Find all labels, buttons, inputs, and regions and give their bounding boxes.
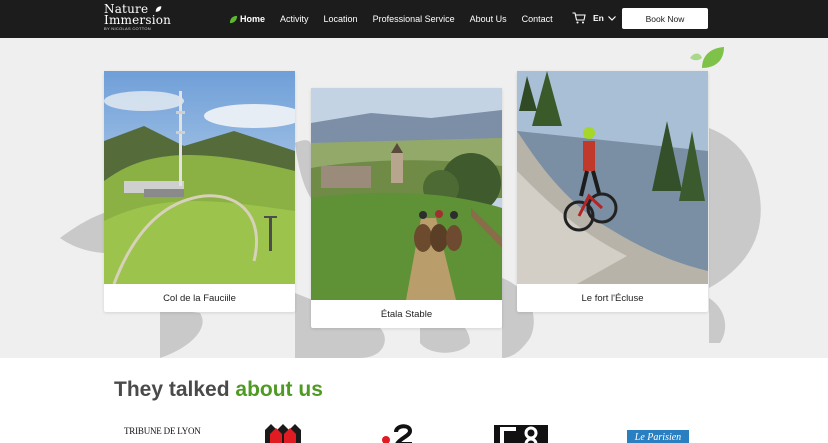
press-logos-row: TRIBUNE DE LYON Le Parisien xyxy=(0,420,828,443)
menu-item-home[interactable]: Home xyxy=(229,14,265,24)
decorative-leaves-icon xyxy=(690,47,724,68)
menu-item-contact[interactable]: Contact xyxy=(522,14,553,24)
menu-item-location[interactable]: Location xyxy=(324,14,358,24)
press-logo-m6[interactable] xyxy=(265,424,301,443)
press-logo-le-parisien[interactable]: Le Parisien xyxy=(627,430,689,443)
cart-icon[interactable] xyxy=(572,12,586,24)
book-now-button[interactable]: Book Now xyxy=(622,8,708,29)
menu-label-activity: Activity xyxy=(280,14,309,24)
chevron-down-icon xyxy=(607,15,616,21)
press-logo-c8[interactable] xyxy=(494,425,548,443)
menu-label-location: Location xyxy=(323,14,358,24)
card-title: Le fort l'Écluse xyxy=(581,292,644,304)
main-menu: Home Activity Location Professional Serv… xyxy=(229,0,568,38)
site-logo[interactable]: Nature Immersion BY NICOLAS COTTON xyxy=(104,3,172,32)
menu-label-professional-service: Professional Service xyxy=(372,14,455,24)
menu-label-contact: Contact xyxy=(521,14,553,24)
destination-card-etala-stable[interactable]: Étala Stable xyxy=(311,88,502,328)
language-selector[interactable]: En xyxy=(593,13,616,23)
logo-leaf-icon xyxy=(155,6,162,12)
top-navbar: Nature Immersion BY NICOLAS COTTON Home … xyxy=(0,0,828,38)
destination-card-col-de-la-fauciile[interactable]: Col de la Fauciile xyxy=(104,71,295,312)
hero-section: Col de la Fauciile Étala Stable Le fort … xyxy=(0,38,828,358)
menu-label-about-us: About Us xyxy=(469,14,507,24)
press-logo-france-2[interactable] xyxy=(380,422,414,443)
press-title-main: They talked xyxy=(114,378,230,401)
language-label: En xyxy=(593,13,604,23)
card-photo-mountain-antenna xyxy=(104,71,295,284)
menu-item-about-us[interactable]: About Us xyxy=(470,14,507,24)
press-section-title: They talked about us xyxy=(114,378,323,402)
menu-item-activity[interactable]: Activity xyxy=(280,14,309,24)
destination-card-le-fort-lecluse[interactable]: Le fort l'Écluse xyxy=(517,71,708,312)
card-photo-horse-riding xyxy=(311,88,502,300)
card-title: Col de la Fauciile xyxy=(163,292,236,304)
logo-line-2: Immersion xyxy=(104,13,172,27)
card-photo-mountain-biker xyxy=(517,71,708,284)
press-title-accent: about us xyxy=(235,378,323,401)
menu-label-home: Home xyxy=(240,14,266,24)
home-leaf-icon xyxy=(229,15,238,23)
card-title: Étala Stable xyxy=(380,308,433,320)
press-logo-tribune-de-lyon[interactable]: TRIBUNE DE LYON xyxy=(124,426,201,436)
menu-item-professional-service[interactable]: Professional Service xyxy=(373,14,455,24)
